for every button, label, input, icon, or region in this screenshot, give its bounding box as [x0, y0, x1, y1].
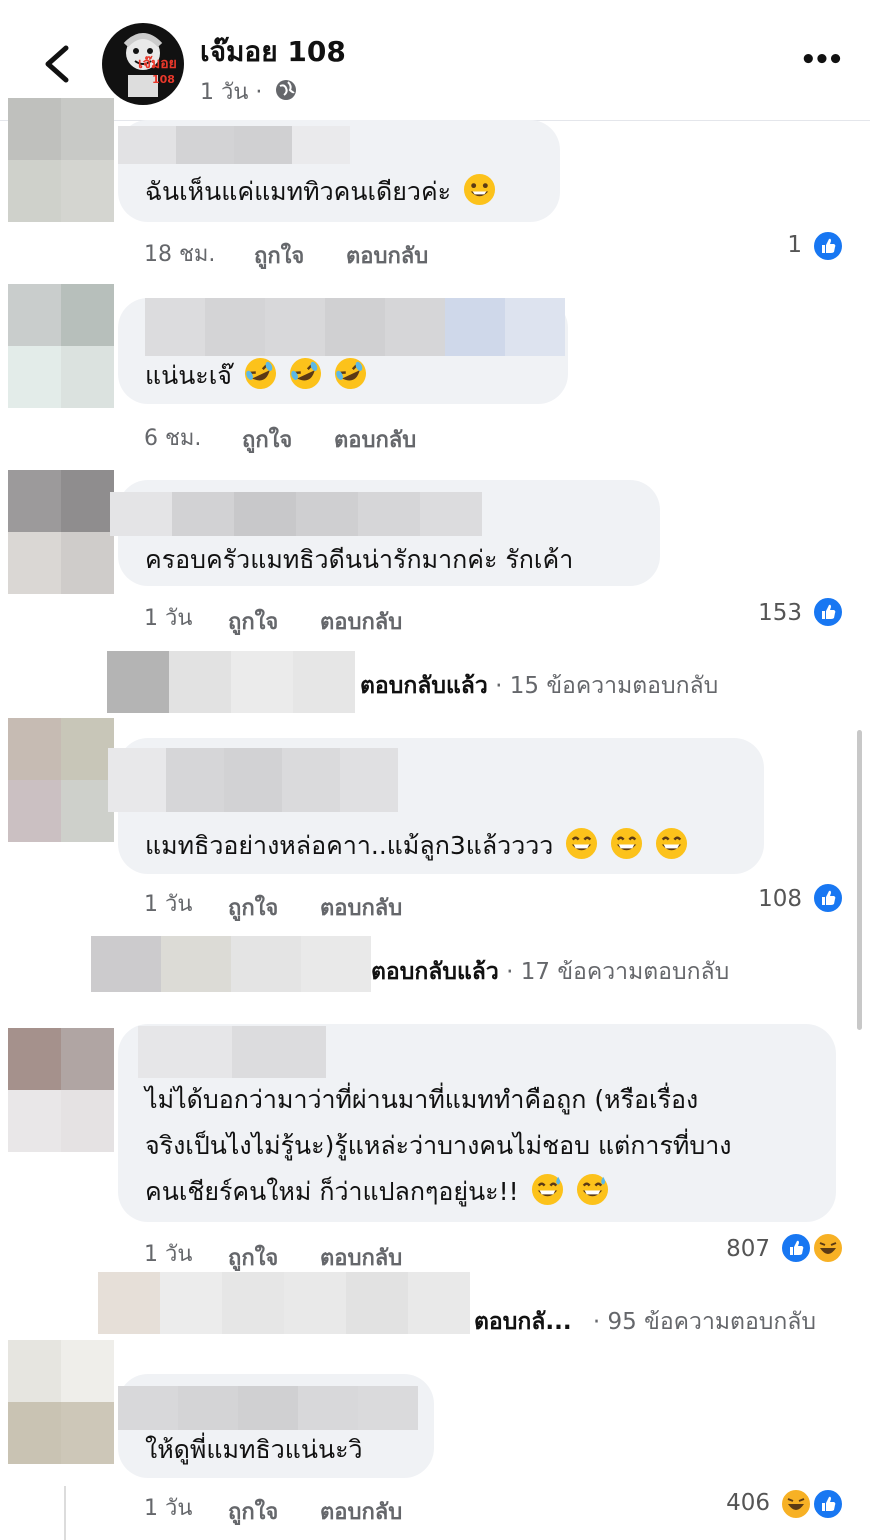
post-time: 1 วัน · [200, 74, 262, 109]
grin-emoji-icon [656, 827, 688, 860]
avatar[interactable] [8, 98, 114, 222]
like-button[interactable]: ถูกใจ [228, 1240, 278, 1275]
reply-summary-dot: · [506, 959, 514, 985]
reply-summary[interactable]: ตอบกลั... · 95 ข้อความตอบกลับ [474, 1304, 816, 1340]
reply-avatar-blurred[interactable] [91, 936, 371, 992]
avatar[interactable] [8, 1340, 114, 1464]
avatar-brand-text: เจ๊มอย [138, 56, 177, 72]
comment-text-line-1: ไม่ได้บอกว่ามาว่าที่ผ่านมาที่แมททำคือถูก… [145, 1085, 699, 1114]
reply-summary-count: 15 ข้อความตอบกลับ [509, 673, 719, 699]
reply-avatar-blurred[interactable] [107, 651, 355, 713]
reply-summary-label: ตอบกลับแล้ว [360, 673, 488, 699]
reply-summary-count: 95 ข้อความตอบกลับ [607, 1309, 816, 1335]
commenter-name-blurred[interactable] [145, 298, 565, 356]
grinning-emoji-icon [464, 173, 496, 206]
reaction-count[interactable]: 807 [690, 1236, 770, 1262]
reply-summary[interactable]: ตอบกลับแล้ว · 15 ข้อความตอบกลับ [360, 668, 718, 704]
post-time-separator: · [255, 80, 263, 105]
grin-emoji-icon [611, 827, 643, 860]
reply-summary-label: ตอบกลับแล้ว [371, 959, 499, 985]
avatar[interactable] [8, 718, 114, 842]
comment-text-line-2: จริงเป็นไงไม่รู้นะ)รู้แหล่ะว่าบางคนไม่ชอ… [145, 1131, 732, 1160]
comment-time[interactable]: 1 วัน [144, 1490, 192, 1525]
sweat-smile-emoji-icon [531, 1173, 563, 1206]
reply-button[interactable]: ตอบกลับ [320, 890, 402, 925]
avatar[interactable] [8, 284, 114, 408]
more-options-button[interactable]: ••• [800, 45, 844, 75]
reply-button[interactable]: ตอบกลับ [346, 238, 428, 273]
globe-icon [274, 78, 298, 102]
like-reaction-icon [780, 1232, 812, 1264]
rofl-emoji-icon [334, 357, 366, 390]
comment-time[interactable]: 1 วัน [144, 886, 192, 921]
comment-time[interactable]: 6 ชม. [144, 420, 201, 455]
like-reaction-icon [812, 596, 844, 628]
reply-button[interactable]: ตอบกลับ [334, 422, 416, 457]
comment-text: ให้ดูพี่แมทธิวแน่นะวิ [145, 1435, 363, 1464]
avatar[interactable] [8, 1028, 114, 1152]
reaction-count[interactable]: 1 [740, 232, 802, 258]
rofl-emoji-icon [244, 357, 276, 390]
reply-summary-dot: · [495, 673, 503, 699]
commenter-name-blurred[interactable] [118, 1386, 418, 1430]
like-reaction-icon [812, 230, 844, 262]
like-button[interactable]: ถูกใจ [254, 238, 304, 273]
reaction-count[interactable]: 406 [690, 1490, 770, 1516]
post-time-label: 1 วัน [200, 80, 249, 105]
commenter-name-blurred[interactable] [108, 748, 398, 812]
comment-text: แมทธิวอย่างหล่อคาา..แม้ลูก3แล้วววว [145, 826, 688, 866]
comment-time[interactable]: 1 วัน [144, 600, 192, 635]
comment-time[interactable]: 1 วัน [144, 1236, 192, 1271]
commenter-name-blurred[interactable] [138, 1026, 326, 1078]
sweat-smile-emoji-icon [576, 1173, 608, 1206]
comment-text: ฉันเห็นแค่แมททิวคนเดียวค่ะ [145, 172, 496, 212]
reply-summary-count: 17 ข้อความตอบกลับ [520, 959, 730, 985]
like-reaction-icon [812, 1488, 844, 1520]
page-avatar[interactable]: เจ๊มอย 108 [102, 23, 184, 105]
reaction-count[interactable]: 153 [720, 600, 802, 626]
haha-reaction-icon [812, 1232, 844, 1264]
thread-line [64, 1486, 66, 1540]
grin-emoji-icon [566, 827, 598, 860]
comment-text: แน่นะเจ๊ [145, 356, 367, 396]
reply-summary-dot: · [592, 1309, 601, 1335]
avatar[interactable] [8, 470, 114, 594]
rofl-emoji-icon [289, 357, 321, 390]
commenter-name-blurred[interactable] [118, 126, 350, 164]
reply-summary[interactable]: ตอบกลับแล้ว · 17 ข้อความตอบกลับ [371, 954, 729, 990]
comment-time[interactable]: 18 ชม. [144, 236, 215, 271]
reaction-count[interactable]: 108 [720, 886, 802, 912]
commenter-name-blurred[interactable] [110, 492, 482, 536]
reply-button[interactable]: ตอบกลับ [320, 604, 402, 639]
reply-summary-label: ตอบกลั... [474, 1309, 572, 1335]
back-button[interactable] [38, 40, 78, 88]
like-button[interactable]: ถูกใจ [242, 422, 292, 457]
like-button[interactable]: ถูกใจ [228, 890, 278, 925]
scrollbar[interactable] [857, 730, 862, 1030]
reply-avatar-blurred[interactable] [98, 1272, 470, 1334]
like-reaction-icon [812, 882, 844, 914]
page-title[interactable]: เจ๊มอย 108 [200, 30, 346, 74]
haha-reaction-icon [780, 1488, 812, 1520]
chevron-left-icon [45, 45, 69, 83]
comment-text: ครอบครัวแมทธิวดีนน่ารักมากค่ะ รักเค้า [145, 545, 574, 574]
comment-text-line-3: คนเชียร์คนใหม่ ก็ว่าแปลกๆอยู่นะ!! [145, 1172, 609, 1212]
reply-button[interactable]: ตอบกลับ [320, 1494, 402, 1529]
like-button[interactable]: ถูกใจ [228, 604, 278, 639]
avatar-brand-number: 108 [152, 73, 175, 86]
reply-button[interactable]: ตอบกลับ [320, 1240, 402, 1275]
like-button[interactable]: ถูกใจ [228, 1494, 278, 1529]
